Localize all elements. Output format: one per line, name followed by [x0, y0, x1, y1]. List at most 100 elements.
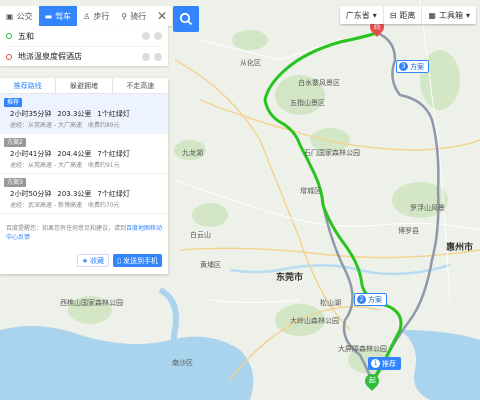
toolbox-label: 工具箱 [438, 10, 463, 20]
badge-label: 推荐 [382, 359, 396, 368]
start-point-field[interactable]: 五和 [6, 26, 162, 46]
chevron-down-icon: ▾ [465, 10, 470, 20]
toolbox-menu[interactable]: ▦ 工具箱 ▾ [421, 6, 476, 24]
badge-number: 1 [371, 359, 380, 368]
star-icon: ★ [81, 256, 89, 265]
ruler-icon: ⊟ [389, 10, 397, 20]
remove-icon[interactable] [142, 52, 150, 61]
plan-distance: 203.3公里 [57, 190, 92, 198]
ruler-tool[interactable]: ⊟ 距离 [382, 6, 422, 24]
ruler-label: 距离 [399, 10, 416, 20]
route-plan-2[interactable]: 方案2 2小时41分钟 204.4公里 7个红绿灯 途经：从莞高速 - 大广高速… [0, 134, 168, 174]
badge-label: 方案 [410, 62, 424, 71]
map-label-luofu: 罗浮山风景 [410, 204, 445, 212]
transport-mode-tabs: ▣ 公交 ▬ 驾车 ♙ 步行 ⚲ 骑行 ✕ [0, 6, 172, 26]
tab-recommended[interactable]: 推荐路线 [0, 78, 55, 93]
plan-lights: 1个红绿灯 [97, 110, 130, 118]
tip-text: 百度提醒您：如果您有任何意见和建议，请到 [6, 225, 127, 232]
search-icon [179, 12, 193, 26]
map-toolbar: 广东省 ▾ ⊟ 距离 ▦ 工具箱 ▾ [339, 6, 476, 24]
start-point-value: 五和 [18, 31, 34, 41]
tab-car-label: 驾车 [55, 11, 72, 21]
tab-bus[interactable]: ▣ 公交 [0, 6, 39, 26]
plan-tag: 方案2 [4, 138, 26, 147]
route-actions: ★ 收藏 ▯ 发送到手机 [0, 254, 168, 267]
route-strategy-tabs: 推荐路线 躲避拥堵 不走高速 [0, 78, 168, 94]
phone-icon: ▯ [117, 256, 121, 265]
tab-car[interactable]: ▬ 驾车 [38, 6, 78, 26]
search-button[interactable] [173, 6, 199, 32]
favorite-button[interactable]: ★ 收藏 [76, 254, 110, 267]
tab-walk-label: 步行 [93, 11, 110, 21]
add-waypoint-icon[interactable] [154, 52, 162, 61]
favorite-label: 收藏 [90, 256, 105, 265]
waypoint-inputs: 五和 地派温泉度假酒店 [0, 26, 168, 66]
start-pin-icon: 起 [368, 377, 376, 385]
map-label-huadu: 九龙湖 [182, 149, 203, 157]
route-plan-3[interactable]: 方案3 2小时50分钟 203.3公里 7个红绿灯 途经：武深高速 - 新博高速… [0, 174, 168, 214]
walk-icon: ♙ [83, 11, 91, 21]
bike-icon: ⚲ [121, 11, 128, 21]
bus-icon: ▣ [6, 11, 14, 21]
tab-bike[interactable]: ⚲ 骑行 [115, 6, 152, 26]
route-badge-alt2[interactable]: 2 方案 [354, 293, 387, 306]
end-dot-icon [6, 53, 12, 60]
plan-duration: 2小时41分钟 [10, 150, 52, 158]
map-label-huizhou: 惠州市 [446, 243, 474, 253]
map-label-baiyun: 白云山 [190, 231, 211, 239]
route-results: 推荐路线 躲避拥堵 不走高速 推荐 2小时35分钟 203.3公里 1个红绿灯 … [0, 78, 168, 274]
map-label-dongguan: 东莞市 [276, 273, 304, 283]
start-pin[interactable]: 起 [362, 371, 382, 392]
map-label-songshan: 松山湖 [320, 299, 341, 307]
send-to-phone-button[interactable]: ▯ 发送到手机 [113, 254, 162, 267]
city-label: 广东省 [345, 10, 370, 20]
toolbox-icon: ▦ [428, 10, 436, 20]
plan-via: 途经：从莞高速 - 大广高速 [10, 162, 82, 169]
map-label-wuhe: 五指山景区 [290, 99, 325, 107]
feedback-tip: 百度提醒您：如果您有任何意见和建议，请到百度地图移动中心反馈 [6, 224, 166, 242]
plan-toll: 收费约91元 [87, 162, 120, 169]
map-label-zengcheng: 增城区 [300, 187, 321, 195]
plan-duration: 2小时35分钟 [10, 110, 52, 118]
map-label-dapeng: 大屏障森林公园 [338, 345, 387, 353]
swap-icon[interactable] [142, 32, 150, 40]
map-label-nansha: 南沙区 [172, 359, 193, 367]
badge-label: 方案 [368, 295, 382, 304]
route-badge-alt3[interactable]: 3 方案 [396, 60, 429, 73]
city-selector[interactable]: 广东省 ▾ [340, 6, 383, 24]
plan-tag: 方案3 [4, 178, 26, 187]
badge-number: 2 [357, 295, 366, 304]
plan-lights: 7个红绿灯 [97, 150, 130, 158]
plan-lights: 7个红绿灯 [97, 190, 130, 198]
badge-number: 3 [399, 62, 408, 71]
map-label-conghua: 从化区 [240, 59, 261, 67]
plan-toll: 收费约70元 [87, 202, 120, 209]
send-label: 发送到手机 [123, 256, 158, 265]
add-waypoint-icon[interactable] [154, 32, 162, 40]
plan-via: 途经：武深高速 - 新博高速 [10, 202, 82, 209]
tab-avoid-congestion[interactable]: 躲避拥堵 [55, 78, 111, 93]
map-label-boluo: 博罗县 [398, 227, 419, 235]
tab-bike-label: 骑行 [130, 11, 147, 21]
map-label-xixiang: 西樵山国家森林公园 [60, 299, 123, 307]
plan-distance: 204.4公里 [57, 150, 92, 158]
plan-tag: 推荐 [4, 98, 23, 107]
map-label-qiaotou: 大岭山森林公园 [290, 317, 339, 325]
map-label-huangpu: 黄埔区 [200, 261, 221, 269]
tab-walk[interactable]: ♙ 步行 [77, 6, 115, 26]
plan-via: 途经：从莞高速 - 大广高速 [10, 122, 82, 129]
start-dot-icon [6, 33, 12, 39]
route-plan-1[interactable]: 推荐 2小时35分钟 203.3公里 1个红绿灯 途经：从莞高速 - 大广高速 … [0, 94, 168, 134]
close-icon[interactable]: ✕ [157, 10, 167, 22]
chevron-down-icon: ▾ [372, 10, 377, 20]
end-point-field[interactable]: 地派温泉度假酒店 [6, 46, 162, 66]
plan-distance: 203.3公里 [57, 110, 92, 118]
map-label-shimen: 石门国家森林公园 [304, 149, 360, 157]
plan-toll: 收费约89元 [87, 122, 120, 129]
tab-no-highway[interactable]: 不走高速 [111, 78, 168, 93]
plan-duration: 2小时50分钟 [10, 190, 52, 198]
route-badge-recommended[interactable]: 1 推荐 [368, 357, 401, 370]
car-icon: ▬ [44, 11, 53, 21]
map-label-baishui: 白水寨风景区 [298, 79, 340, 87]
end-point-value: 地派温泉度假酒店 [18, 52, 82, 61]
